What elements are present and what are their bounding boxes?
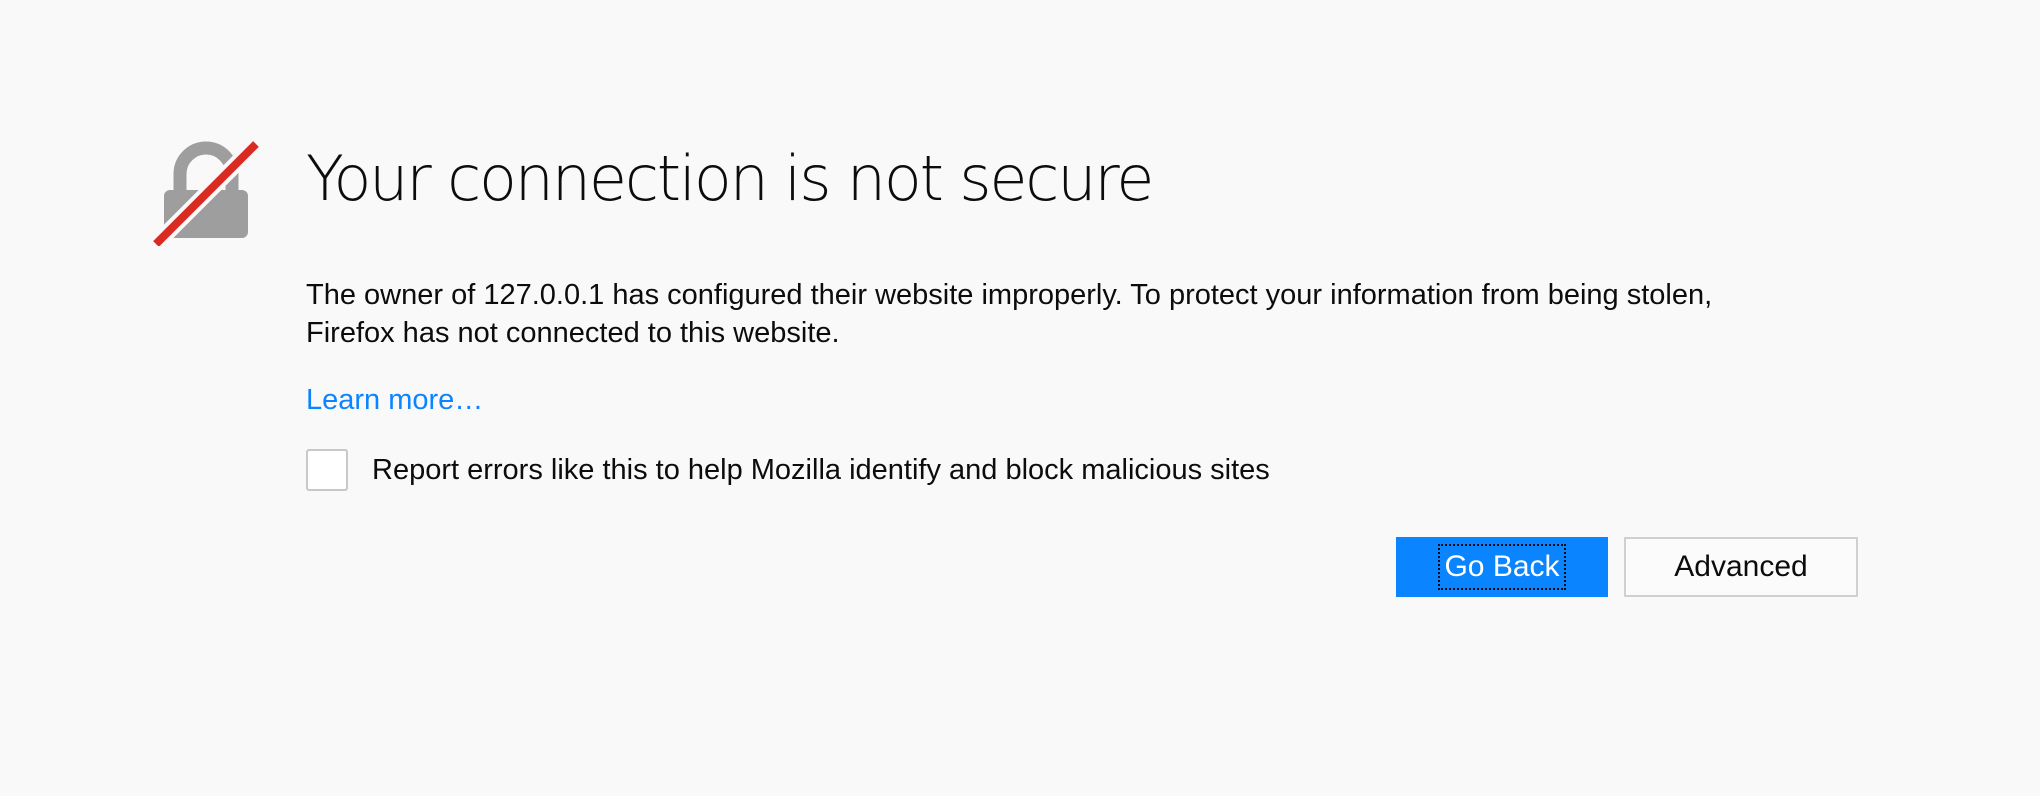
page-title: Your connection is not secure xyxy=(306,142,1154,215)
insecure-lock-icon xyxy=(152,138,260,246)
report-errors-label: Report errors like this to help Mozilla … xyxy=(372,454,1270,486)
error-description-line-2: Firefox has not connected to this websit… xyxy=(306,317,840,349)
error-description: The owner of 127.0.0.1 has configured th… xyxy=(306,276,1906,352)
report-errors-option: Report errors like this to help Mozilla … xyxy=(306,447,1270,493)
error-description-line-1: The owner of 127.0.0.1 has configured th… xyxy=(306,279,1713,311)
learn-more-link[interactable]: Learn more… xyxy=(306,381,483,419)
go-back-button[interactable]: Go Back xyxy=(1396,537,1608,597)
report-errors-checkbox[interactable] xyxy=(306,449,348,491)
error-page: Your connection is not secure The owner … xyxy=(0,0,2040,796)
advanced-button[interactable]: Advanced xyxy=(1624,537,1858,597)
go-back-button-label: Go Back xyxy=(1438,544,1566,590)
